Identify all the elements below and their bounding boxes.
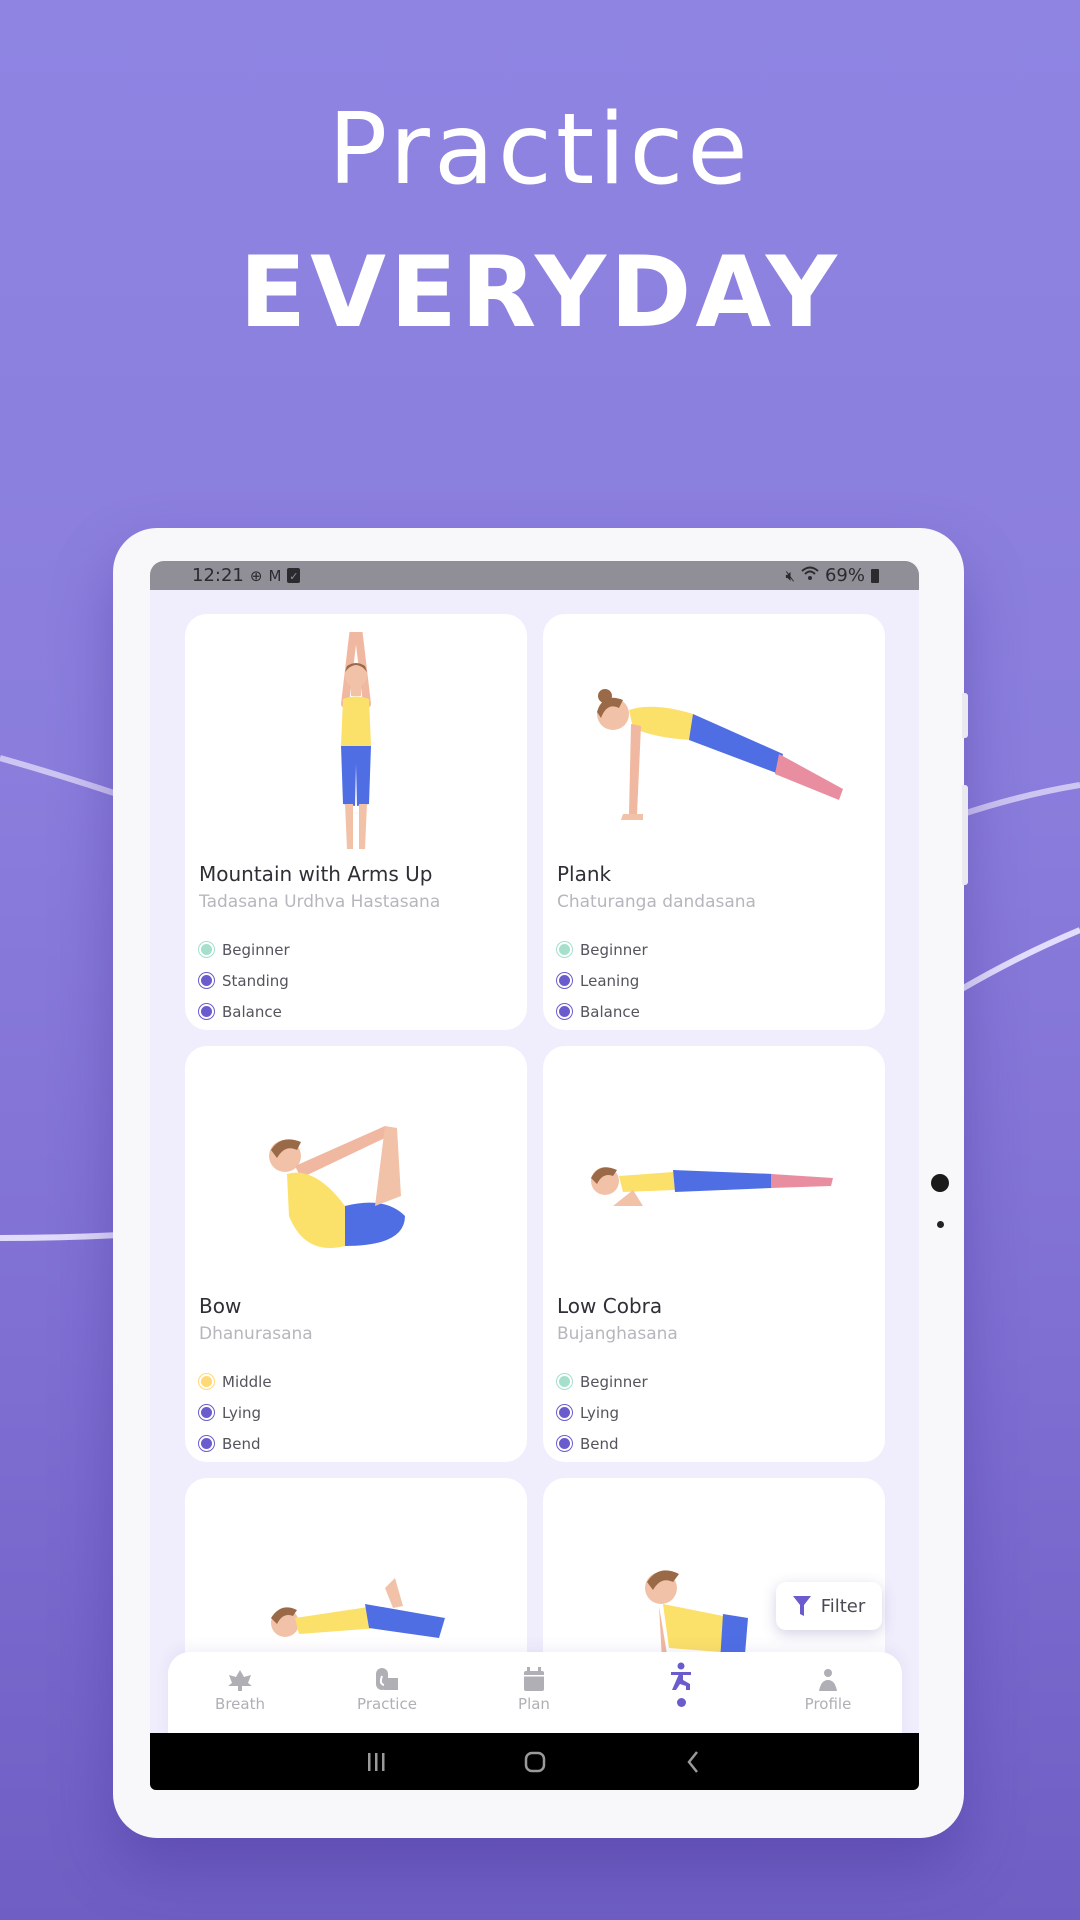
gmail-icon: M	[268, 566, 282, 585]
volume-button	[962, 693, 968, 738]
back-icon[interactable]	[685, 1750, 701, 1774]
tag-label: Balance	[580, 1002, 640, 1021]
pose-card[interactable]: Plank Chaturanga dandasana Beginner Lean…	[543, 614, 885, 1030]
tag-label: Balance	[222, 1002, 282, 1021]
pose-card[interactable]: Mountain with Arms Up Tadasana Urdhva Ha…	[185, 614, 527, 1030]
pose-card[interactable]: Low Cobra Bujanghasana Beginner Lying Be…	[543, 1046, 885, 1462]
tag-label: Bend	[222, 1434, 261, 1453]
nav-label: Plan	[518, 1695, 550, 1713]
system-nav-bar	[150, 1733, 919, 1790]
tag-label: Beginner	[580, 1372, 648, 1391]
pose-name: Mountain with Arms Up	[199, 862, 433, 886]
level-dot-icon	[557, 1374, 572, 1389]
pose-tags: Beginner Standing Balance	[199, 934, 290, 1027]
tag-category: Leaning	[557, 965, 648, 996]
tag-category: Lying	[557, 1397, 648, 1428]
checkbox-icon: ✓	[287, 568, 301, 583]
home-icon[interactable]	[523, 1750, 547, 1774]
tag-level: Beginner	[199, 934, 290, 965]
yoga-pose-icon	[671, 1662, 691, 1690]
tag-level: Middle	[199, 1366, 272, 1397]
recents-icon[interactable]	[365, 1751, 387, 1773]
mute-icon: 🔇︎	[785, 566, 795, 585]
tag-category: Balance	[557, 996, 648, 1027]
pose-sanskrit: Bujanghasana	[557, 1324, 678, 1344]
pose-sanskrit: Chaturanga dandasana	[557, 892, 756, 912]
filter-label: Filter	[820, 1595, 866, 1617]
category-dot-icon	[557, 1405, 572, 1420]
tag-label: Lying	[222, 1403, 262, 1422]
category-dot-icon	[199, 973, 214, 988]
tag-label: Beginner	[222, 940, 290, 959]
tag-category: Bend	[199, 1428, 272, 1459]
battery-icon	[871, 568, 879, 583]
pose-tags: Beginner Leaning Balance	[557, 934, 648, 1027]
tag-label: Standing	[222, 971, 289, 990]
camera-icon	[931, 1174, 949, 1192]
pose-tags: Beginner Lying Bend	[557, 1366, 648, 1459]
sensor-dot	[937, 1221, 944, 1228]
tag-category: Standing	[199, 965, 290, 996]
level-dot-icon	[199, 942, 214, 957]
pose-illustration-plank	[597, 689, 843, 820]
active-indicator	[676, 1698, 686, 1707]
nav-item-poses[interactable]	[626, 1662, 736, 1707]
wifi-icon	[801, 566, 819, 585]
category-dot-icon	[557, 1436, 572, 1451]
pose-illustration-mountain	[341, 632, 371, 849]
nav-item-practice[interactable]: Practice	[332, 1662, 442, 1713]
tag-label: Lying	[580, 1403, 620, 1422]
tag-category: Balance	[199, 996, 290, 1027]
nav-item-profile[interactable]: Profile	[773, 1662, 883, 1713]
pose-illustration-bow	[269, 1126, 405, 1248]
pose-tags: Middle Lying Bend	[199, 1366, 272, 1459]
tag-label: Bend	[580, 1434, 619, 1453]
tag-label: Middle	[222, 1372, 272, 1391]
pose-sanskrit: Tadasana Urdhva Hastasana	[199, 892, 441, 912]
battery-percent: 69%	[824, 565, 865, 586]
bottom-nav: Breath Practice Plan Profile	[168, 1652, 902, 1742]
hero-title-line2: EVERYDAY	[239, 236, 841, 350]
status-time: 12:21	[192, 565, 244, 586]
nav-label: Profile	[804, 1695, 852, 1713]
status-bar: 12:21 ⊕ M ✓ 🔇︎ 69%	[150, 561, 919, 590]
level-dot-icon	[199, 1374, 214, 1389]
category-dot-icon	[199, 1436, 214, 1451]
pose-illustration-low-cobra	[591, 1167, 833, 1206]
pose-name: Bow	[199, 1294, 242, 1318]
tag-category: Bend	[557, 1428, 648, 1459]
nav-item-plan[interactable]: Plan	[479, 1662, 589, 1713]
pose-sanskrit: Dhanurasana	[199, 1324, 313, 1344]
lotus-icon	[228, 1670, 252, 1691]
nav-item-breath[interactable]: Breath	[185, 1662, 295, 1713]
pose-name: Low Cobra	[557, 1294, 663, 1318]
yoga-mat-icon	[376, 1668, 398, 1690]
nav-label: Practice	[357, 1695, 417, 1713]
tag-label: Beginner	[580, 940, 648, 959]
power-button	[962, 785, 968, 885]
tablet-screen: 12:21 ⊕ M ✓ 🔇︎ 69% Mountain with Arms Up	[150, 561, 919, 1790]
tag-category: Lying	[199, 1397, 272, 1428]
pose-card[interactable]: Bow Dhanurasana Middle Lying Bend	[185, 1046, 527, 1462]
globe-icon: ⊕	[249, 566, 263, 585]
filter-icon	[792, 1596, 811, 1616]
category-dot-icon	[557, 1004, 572, 1019]
hero-title-line1: Practice	[328, 93, 752, 207]
tag-level: Beginner	[557, 1366, 648, 1397]
category-dot-icon	[199, 1004, 214, 1019]
calendar-icon	[524, 1667, 544, 1691]
nav-label: Breath	[215, 1695, 265, 1713]
category-dot-icon	[557, 973, 572, 988]
category-dot-icon	[199, 1405, 214, 1420]
level-dot-icon	[557, 942, 572, 957]
filter-button[interactable]: Filter	[776, 1582, 882, 1630]
person-icon	[819, 1669, 837, 1691]
tag-level: Beginner	[557, 934, 648, 965]
tag-label: Leaning	[580, 971, 640, 990]
pose-name: Plank	[557, 862, 612, 886]
